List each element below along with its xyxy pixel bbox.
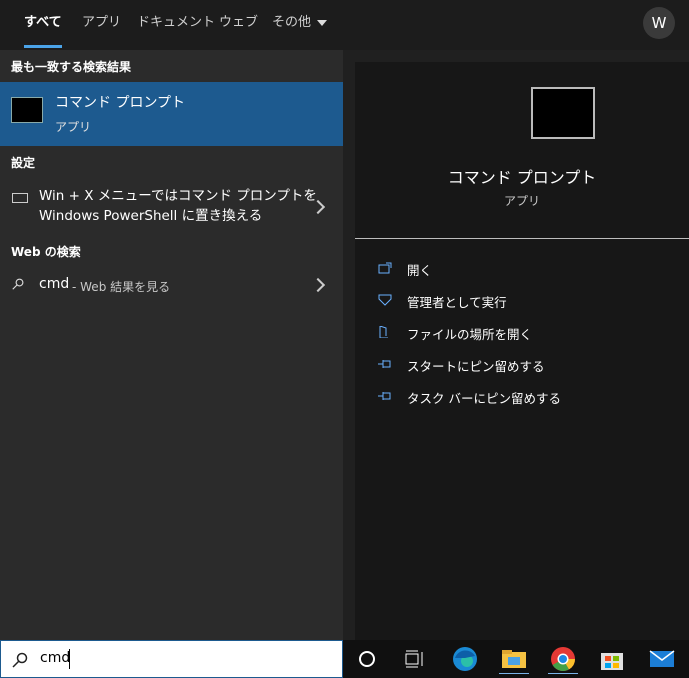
app-type: アプリ [503,194,540,208]
action-open-file-location[interactable]: ファイルの場所を開く [378,321,678,345]
chrome-icon[interactable] [548,644,578,674]
avatar[interactable]: W [643,7,675,39]
best-match-heading: 最も一致する検索結果 [11,60,132,74]
action-open[interactable]: 開く [378,257,678,281]
web-query-suffix: - Web 結果を見る [72,280,171,294]
settings-heading: 設定 [11,156,36,170]
tab-apps[interactable]: アプリ [70,0,133,50]
action-label: 管理者として実行 [407,295,507,310]
command-prompt-icon [531,87,595,139]
best-match-item[interactable]: コマンド プロンプト アプリ [0,82,343,146]
edge-icon[interactable] [450,644,480,674]
command-prompt-icon [11,97,43,123]
app-name: コマンド プロンプト [447,168,597,187]
action-label: ファイルの場所を開く [407,327,533,342]
action-run-as-admin[interactable]: 管理者として実行 [378,289,678,313]
tab-more-label: その他 [272,15,312,30]
pin-icon [378,392,391,400]
search-input[interactable]: cmd [40,650,70,666]
search-box[interactable]: cmd [0,640,343,678]
tab-more[interactable]: その他 [260,0,339,50]
action-label: スタートにピン留めする [407,359,545,374]
settings-item-replace-cmd[interactable]: Win + X メニューではコマンド プロンプトを Windows PowerS… [0,180,343,232]
chevron-right-icon[interactable] [310,277,326,293]
text-cursor [69,649,70,669]
search-icon [12,652,28,668]
divider [355,238,689,239]
detail-pane: コマンド プロンプト アプリ 開く 管理者として実行 ファイルの場所を開く スタ… [355,62,689,640]
settings-item-label: Win + X メニューではコマンド プロンプトを Windows PowerS… [39,186,317,226]
web-search-heading: Web の検索 [11,245,81,259]
task-view-icon[interactable] [399,644,429,674]
action-pin-to-start[interactable]: スタートにピン留めする [378,353,678,377]
open-icon [378,262,392,274]
shield-icon [378,294,392,306]
action-pin-to-taskbar[interactable]: タスク バーにピン留めする [378,385,678,409]
action-label: タスク バーにピン留めする [407,391,561,406]
search-icon [12,278,24,290]
results-pane: 最も一致する検索結果 コマンド プロンプト アプリ 設定 Win + X メニュ… [0,50,343,640]
file-explorer-icon[interactable] [499,644,529,674]
mail-icon[interactable] [647,644,677,674]
best-match-name: コマンド プロンプト [55,95,186,111]
taskbar: cmd [0,640,689,678]
web-query: cmd [39,276,70,292]
best-match-type: アプリ [55,120,92,134]
chevron-down-icon [317,19,328,26]
settings-item-line2: Windows PowerShell に置き換える [39,208,263,224]
file-location-icon [379,326,388,338]
settings-item-line1: Win + X メニューではコマンド プロンプトを [39,188,317,204]
settings-icon [12,193,28,203]
store-icon[interactable] [597,644,627,674]
search-filter-bar: すべて アプリ ドキュメント ウェブ その他 W [0,0,689,50]
cortana-icon[interactable] [352,644,382,674]
action-label: 開く [407,263,433,278]
tab-all[interactable]: すべて [12,0,74,50]
pin-icon [378,360,391,368]
web-search-item[interactable]: cmd - Web 結果を見る [0,270,343,300]
